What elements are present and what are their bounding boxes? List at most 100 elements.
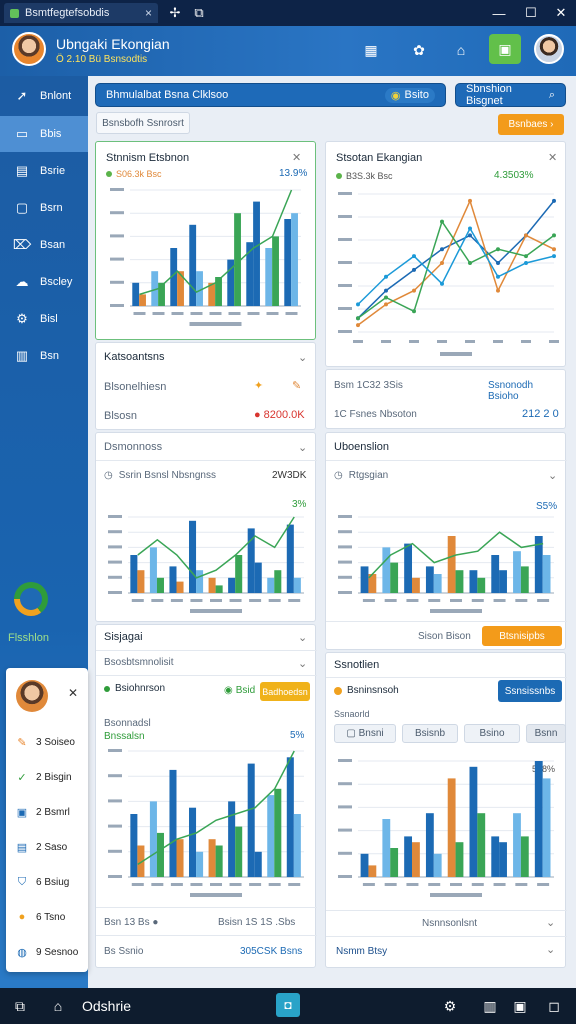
home-icon[interactable]: ⌂ (448, 37, 474, 63)
primary-button[interactable]: Ssnsissnbs (498, 680, 562, 702)
user-avatar[interactable] (534, 34, 564, 64)
y-tick-label (108, 530, 122, 534)
popup-item-2[interactable]: ▣ 2 Bsmrl (16, 802, 82, 822)
sidebar-item-6[interactable]: ⚙ Bisl (0, 301, 88, 337)
action-button[interactable]: Btsnisipbs (482, 626, 562, 646)
chevron-down-icon[interactable]: ⌄ (298, 657, 307, 670)
x-axis-label (190, 893, 242, 897)
bar (542, 555, 551, 593)
search-button-2[interactable]: Sbnshion Bisgnet ⌕ (455, 83, 566, 107)
start-icon[interactable]: ⧉ (10, 996, 30, 1016)
sidebar-item-7[interactable]: ▥ Bsn (0, 338, 88, 374)
bar (196, 570, 204, 593)
bar (469, 570, 478, 593)
row-label: 1C Fsnes Nbsoton (334, 409, 417, 420)
coin-icon: ● (18, 911, 26, 923)
chevron-down-icon[interactable]: ⌄ (298, 441, 307, 454)
popup-item-5[interactable]: ● 6 Tsno (16, 907, 82, 927)
x-tick-label (515, 883, 528, 886)
minimize-icon[interactable]: — (490, 4, 508, 22)
popup-close-icon[interactable]: ✕ (68, 686, 78, 700)
section-title: Dsmonnoss (104, 441, 163, 453)
sidebar-item-2[interactable]: ▤ Bsrie (0, 153, 88, 189)
row-label: Ssnaorld (334, 709, 370, 719)
close-icon[interactable]: ✕ (552, 4, 570, 22)
close-icon[interactable]: ✕ (292, 151, 301, 164)
series-line (357, 200, 555, 319)
filter-chip-3[interactable]: Bsnn (526, 724, 566, 743)
filter-chip-0[interactable]: ▢ Bnsni (334, 724, 396, 743)
x-tick-label (131, 883, 144, 886)
taskbar-label: Odshrie (82, 998, 132, 1014)
settings-icon[interactable]: ⚙ (440, 996, 460, 1016)
new-window-icon[interactable]: ⧉ (190, 4, 208, 22)
x-tick-label (406, 883, 419, 886)
browser-tab[interactable]: Bsmtfegtefsobdis × (4, 3, 158, 23)
layout-icon[interactable]: ▥ (480, 996, 500, 1016)
bar (196, 851, 204, 877)
sidebar-item-4[interactable]: ⌦ Bsan (0, 227, 88, 263)
chevron-down-icon[interactable]: ⌄ (546, 943, 555, 956)
x-tick-label (131, 599, 144, 602)
search-bar[interactable]: Bhmulalbat Bsna Clklsoo ◉ Bsito (95, 83, 446, 107)
bar (274, 570, 282, 593)
x-tick-label (549, 340, 559, 343)
bar (412, 577, 420, 593)
bar (247, 763, 255, 877)
x-tick-label (437, 340, 447, 343)
sidebar-item-1[interactable]: ▭ Bbis (0, 116, 88, 152)
card-chart-5: Dsmonnoss ⌄ ◷ Ssrin Bsnsl Nbsngnss 2W3DK … (95, 432, 317, 622)
pin-icon[interactable]: ✢ (166, 4, 184, 22)
card-chart-1: Stnnism Etsbnon ✕ S06.3k Bsc 13.9% (95, 141, 316, 340)
row-value: Bsisn 1S 1S .Sbs (218, 917, 296, 928)
filter-chip[interactable]: Bsnsbofh Ssnrosrt (96, 112, 190, 134)
sidebar-item-5[interactable]: ☁ Bscley (0, 264, 88, 300)
home-icon[interactable]: ⌂ (48, 996, 68, 1016)
maximize-icon[interactable]: ☐ (522, 4, 540, 22)
chevron-down-icon[interactable]: ⌄ (548, 469, 557, 482)
chart-c8 (338, 759, 554, 897)
grid-icon[interactable]: ▦ (358, 37, 384, 63)
panel-icon[interactable]: ▣ (489, 34, 521, 64)
y-tick-label (338, 875, 352, 878)
y-tick-label (108, 875, 122, 878)
data-point (440, 219, 444, 224)
card-value: 4.3503% (494, 170, 534, 181)
bar (156, 832, 164, 877)
card-list-1: Katsoantsns ⌄ Blsonelhiesn ✦ ✎ Blsosn ● 8… (95, 342, 316, 430)
search-tag[interactable]: ◉ Bsito (384, 87, 435, 103)
row-label: Nsmm Btsy (336, 946, 388, 957)
action-button[interactable]: Bsnbaes › (498, 114, 564, 135)
chevron-down-icon[interactable]: ⌄ (546, 916, 555, 929)
close-icon[interactable]: ✕ (548, 151, 557, 164)
sidebar-item-3[interactable]: ▢ Bsrn (0, 190, 88, 226)
chat-icon[interactable]: ◻ (544, 996, 564, 1016)
chevron-down-icon[interactable]: ⌄ (298, 351, 307, 364)
sidebar-item-0[interactable]: ➚ Bnlont (0, 78, 88, 114)
bar (491, 555, 500, 593)
popup-item-1[interactable]: ✓ 2 Bisgin (16, 767, 82, 787)
search-bar-label: Bhmulalbat Bsna Clklsoo (106, 89, 229, 101)
filter-chip-1[interactable]: Bsisnb (402, 724, 458, 743)
puzzle-icon[interactable]: ✿ (406, 37, 432, 63)
data-point (524, 254, 528, 259)
popup-item-3[interactable]: ▤ 2 Saso (16, 837, 82, 857)
popup-item-4[interactable]: ⛉ 6 Bsiug (16, 872, 82, 892)
popup-item-6[interactable]: ◍ 9 Sesnoo (16, 942, 82, 962)
lock-icon[interactable]: ▣ (510, 996, 530, 1016)
avatar[interactable] (12, 32, 46, 66)
filter-chip-2[interactable]: Bsino (464, 724, 520, 743)
edit-icon[interactable]: ✎ (292, 379, 301, 392)
bar (293, 814, 301, 877)
app-taskbar-icon[interactable]: ◘ (276, 993, 300, 1017)
x-tick-label (537, 599, 550, 602)
popup-item-0[interactable]: ✎ 3 Soiseo (16, 732, 82, 752)
action-button[interactable]: Badhoedsn (260, 682, 310, 701)
bar (284, 219, 292, 306)
bar (412, 842, 420, 877)
tab-close-icon[interactable]: × (145, 6, 152, 20)
chevron-down-icon[interactable]: ⌄ (298, 631, 307, 644)
donut-label: Flsshlon (8, 632, 49, 644)
sidebar-item-label: Bsrie (40, 165, 66, 177)
x-tick-label (190, 312, 203, 315)
